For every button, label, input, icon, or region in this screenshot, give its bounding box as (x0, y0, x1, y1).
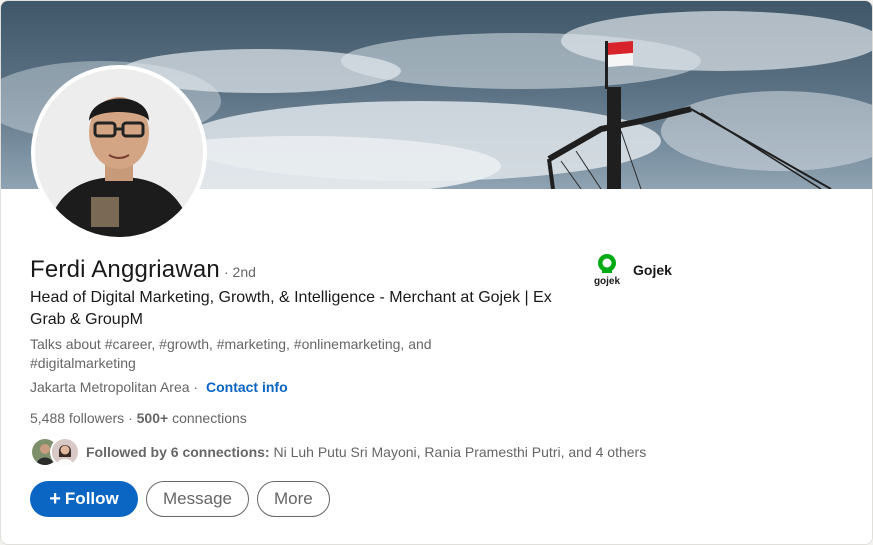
more-button-label: More (273, 489, 313, 508)
company-name: Gojek (633, 262, 672, 278)
profile-actions: + Follow Message More (30, 481, 330, 517)
connection-degree: · 2nd (223, 264, 256, 280)
followed-by-names: Ni Luh Putu Sri Mayoni, Rania Pramesthi … (273, 444, 647, 460)
current-company[interactable]: gojek Gojek (591, 253, 672, 287)
connections-count[interactable]: 500+ (137, 410, 169, 426)
connections-label[interactable]: connections (172, 410, 247, 426)
contact-info-link[interactable]: Contact info (206, 379, 288, 395)
more-button[interactable]: More (256, 481, 330, 517)
message-button-label: Message (163, 489, 232, 508)
connection-avatar-2-photo (52, 439, 78, 465)
gojek-logo-graphic: gojek (594, 254, 621, 287)
profile-card: Ferdi Anggriawan · 2nd Head of Digital M… (0, 0, 873, 545)
profile-location: Jakarta Metropolitan Area · (30, 379, 199, 395)
follow-button-label: Follow (64, 489, 119, 508)
stats-row: 5,488 followers · 500+ connections (30, 410, 247, 426)
plus-icon: + (49, 487, 61, 510)
connection-avatar-2 (50, 437, 80, 467)
followers-count: 5,488 followers (30, 410, 125, 426)
gojek-logo-wordmark: gojek (594, 276, 621, 287)
profile-name: Ferdi Anggriawan (30, 256, 220, 283)
follow-button[interactable]: + Follow (30, 481, 138, 517)
talks-about: Talks about #career, #growth, #marketing… (30, 336, 432, 371)
followed-by-text: Followed by 6 connections: Ni Luh Putu S… (86, 444, 646, 460)
followed-by-row[interactable]: Followed by 6 connections: Ni Luh Putu S… (30, 437, 646, 467)
avatar-photo (35, 69, 203, 237)
location-row: Jakarta Metropolitan Area · Contact info (30, 379, 288, 395)
stats-separator: · (128, 410, 137, 426)
gojek-logo-icon: gojek (591, 253, 623, 287)
message-button[interactable]: Message (146, 481, 249, 517)
profile-headline: Head of Digital Marketing, Growth, & Int… (30, 289, 552, 328)
profile-avatar[interactable] (31, 65, 207, 241)
followed-by-count: Followed by 6 connections: (86, 444, 270, 460)
name-row: Ferdi Anggriawan · 2nd (30, 256, 256, 284)
